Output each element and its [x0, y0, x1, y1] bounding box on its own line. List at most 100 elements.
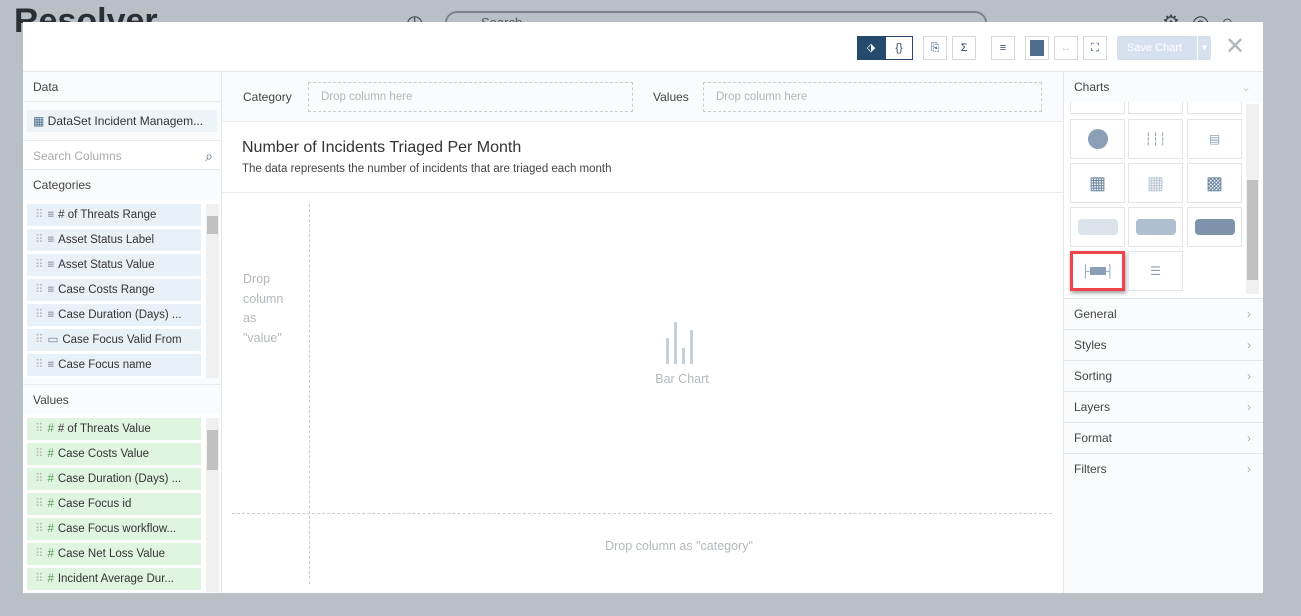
drag-handle-icon[interactable]: ⠿ [35, 473, 43, 485]
drag-handle-icon[interactable]: ⠿ [35, 209, 43, 221]
text-icon: ≡ [47, 359, 55, 371]
scrollbar[interactable] [1246, 104, 1259, 294]
chart-type-option[interactable] [1070, 102, 1125, 114]
drag-handle-icon[interactable]: ⠿ [35, 573, 43, 585]
chevron-down-icon[interactable]: ▼ [1197, 36, 1211, 60]
column-label: # of Threats Range [58, 209, 157, 221]
category-column-item[interactable]: ⠿ ▭ Case Focus Valid From [27, 329, 201, 351]
search-columns-input[interactable]: Search Columns ⌕ [23, 140, 221, 170]
number-icon: # [47, 498, 54, 510]
category-label: Category [243, 90, 292, 104]
scrollbar[interactable] [206, 204, 219, 378]
us-choropleth-map-icon[interactable] [1187, 207, 1242, 247]
search-icon[interactable]: ⌕ [205, 141, 213, 171]
chart-type-option[interactable] [1128, 102, 1183, 114]
category-column-item[interactable]: ⠿ ≡ Asset Status Value [27, 254, 201, 276]
value-drop-zone[interactable]: Drop column as "value" [243, 270, 293, 348]
column-label: Incident Average Dur... [57, 573, 174, 585]
charts-header[interactable]: Charts ⌄ [1064, 72, 1263, 102]
text-icon: ≡ [47, 234, 55, 246]
drag-handle-icon[interactable]: ⠿ [35, 234, 43, 246]
value-column-item[interactable]: ⠿ # Case Focus id [27, 493, 201, 515]
section-styles[interactable]: Styles › [1064, 329, 1263, 360]
fit-width-icon[interactable]: ↔ [1054, 36, 1078, 60]
number-icon: # [47, 573, 54, 585]
values-list: ⠿ # # of Threats Value ⠿ # Case Costs Value ⠿ #… [23, 414, 221, 592]
pivot-table-icon[interactable]: ▦ [1128, 163, 1183, 203]
number-icon: # [47, 448, 54, 460]
value-column-item[interactable]: ⠿ # Incident Average Dur... [27, 568, 201, 590]
category-column-item[interactable]: ⠿ ≡ Case Focus name [27, 354, 201, 376]
section-filters[interactable]: Filters › [1064, 453, 1263, 484]
box-plot-icon[interactable]: ├ ┤ [1070, 251, 1125, 291]
us-dot-map-icon[interactable] [1070, 207, 1125, 247]
chevron-right-icon: › [1247, 369, 1251, 383]
value-column-item[interactable]: ⠿ # # of Threats Value [27, 418, 201, 440]
drag-handle-icon[interactable]: ⠿ [35, 284, 43, 296]
number-icon: # [47, 473, 54, 485]
category-axis-drop-zone[interactable]: Drop column as "category" [309, 539, 1049, 553]
section-label: Filters [1074, 462, 1107, 476]
chart-title[interactable]: Number of Incidents Triaged Per Month [242, 139, 1043, 157]
drag-handle-icon[interactable]: ⠿ [35, 423, 43, 435]
tag-button[interactable]: ⬗ [857, 36, 885, 60]
column-label: Case Costs Range [58, 284, 155, 296]
color-icon[interactable] [1025, 36, 1049, 60]
category-column-item[interactable]: ⠿ ≡ # of Threats Range [27, 204, 201, 226]
close-icon[interactable]: ✕ [1225, 32, 1245, 61]
text-icon: ≡ [47, 309, 55, 321]
column-label: Case Duration (Days) ... [57, 473, 182, 485]
drag-handle-icon[interactable]: ⠿ [35, 359, 43, 371]
category-column-item[interactable]: ⠿ ≡ Asset Status Label [27, 229, 201, 251]
heatmap-icon[interactable]: ▩ [1187, 163, 1242, 203]
table-icon[interactable]: ▤ [1187, 119, 1242, 159]
category-drop-zone[interactable]: Drop column here [308, 82, 633, 112]
chevron-right-icon: › [1247, 338, 1251, 352]
chart-header: Number of Incidents Triaged Per Month Th… [222, 122, 1063, 193]
us-bubble-map-icon[interactable] [1128, 207, 1183, 247]
section-layers[interactable]: Layers › [1064, 391, 1263, 422]
filter-icon[interactable]: ≡ [991, 36, 1015, 60]
drag-handle-icon[interactable]: ⠿ [35, 548, 43, 560]
grid-table-icon[interactable]: ▦ [1070, 163, 1125, 203]
column-label: Case Focus workflow... [57, 523, 177, 535]
dataset-selector[interactable]: ▦ DataSet Incident Managem... [27, 110, 217, 132]
save-chart-button[interactable]: Save Chart ▼ [1117, 36, 1211, 60]
settings-panel: Charts ⌄ ┆┆┆ ▤ ▦ ▦ ▩ ├ ┤ ☰ General › Styles ›… [1063, 72, 1263, 593]
drag-handle-icon[interactable]: ⠿ [35, 309, 43, 321]
x-axis-divider [232, 513, 1052, 514]
section-sorting[interactable]: Sorting › [1064, 360, 1263, 391]
data-header: Data [23, 72, 221, 102]
value-column-item[interactable]: ⠿ # Case Costs Value [27, 443, 201, 465]
code-button[interactable]: {} [885, 36, 913, 60]
text-icon: ≡ [47, 284, 55, 296]
text-icon: ≡ [47, 209, 55, 221]
gantt-chart-icon[interactable]: ☰ [1128, 251, 1183, 291]
pie-chart-icon[interactable] [1070, 119, 1125, 159]
drag-handle-icon[interactable]: ⠿ [35, 448, 43, 460]
drag-handle-icon[interactable]: ⠿ [35, 259, 43, 271]
chart-description[interactable]: The data represents the number of incide… [242, 163, 1043, 175]
drag-handle-icon[interactable]: ⠿ [35, 334, 43, 346]
fullscreen-icon[interactable]: ⛶ [1083, 36, 1107, 60]
section-general[interactable]: General › [1064, 298, 1263, 329]
dot-plot-icon[interactable]: ┆┆┆ [1128, 119, 1183, 159]
value-column-item[interactable]: ⠿ # Case Net Loss Value [27, 543, 201, 565]
chart-type-option[interactable] [1187, 102, 1242, 114]
value-column-item[interactable]: ⠿ # Case Focus workflow... [27, 518, 201, 540]
export-icon[interactable]: ⎘ [923, 36, 947, 60]
column-label: Case Costs Value [57, 448, 150, 460]
categories-header: Categories [33, 178, 92, 192]
drag-handle-icon[interactable]: ⠿ [35, 523, 43, 535]
section-format[interactable]: Format › [1064, 422, 1263, 453]
category-column-item[interactable]: ⠿ ≡ Case Costs Range [27, 279, 201, 301]
chevron-right-icon: › [1247, 307, 1251, 321]
value-column-item[interactable]: ⠿ # Case Duration (Days) ... [27, 468, 201, 490]
scrollbar[interactable] [206, 418, 219, 592]
category-column-item[interactable]: ⠿ ≡ Case Duration (Days) ... [27, 304, 201, 326]
drag-handle-icon[interactable]: ⠿ [35, 498, 43, 510]
column-label: Case Focus Valid From [62, 334, 182, 346]
chevron-right-icon: › [1247, 400, 1251, 414]
sigma-icon[interactable]: Σ [952, 36, 976, 60]
values-drop-zone[interactable]: Drop column here [703, 82, 1042, 112]
